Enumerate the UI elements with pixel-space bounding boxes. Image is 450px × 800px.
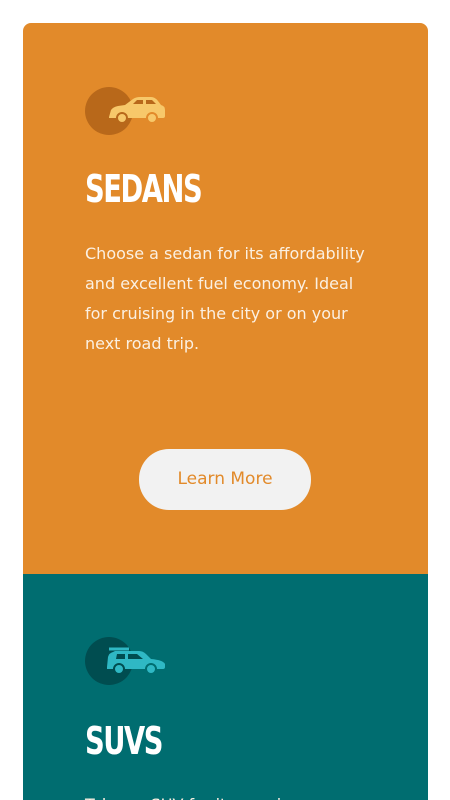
learn-more-button[interactable]: Learn More [139,449,311,510]
suvs-icon-badge [85,635,167,687]
sedans-title: SEDANS [85,167,203,211]
suvs-title: SUVS [85,719,163,763]
suvs-description: Take an SUV for its spacious [85,790,375,800]
suv-car-icon [107,647,165,675]
suvs-card: SUVS Take an SUV for its spacious [23,574,428,800]
sedans-description: Choose a sedan for its affordability and… [85,244,365,353]
sedans-card: SEDANS Choose a sedan for its affordabil… [23,23,428,574]
vehicle-cards: SEDANS Choose a sedan for its affordabil… [23,23,428,800]
sedan-car-icon [109,97,165,124]
sedans-icon-badge [85,85,167,137]
